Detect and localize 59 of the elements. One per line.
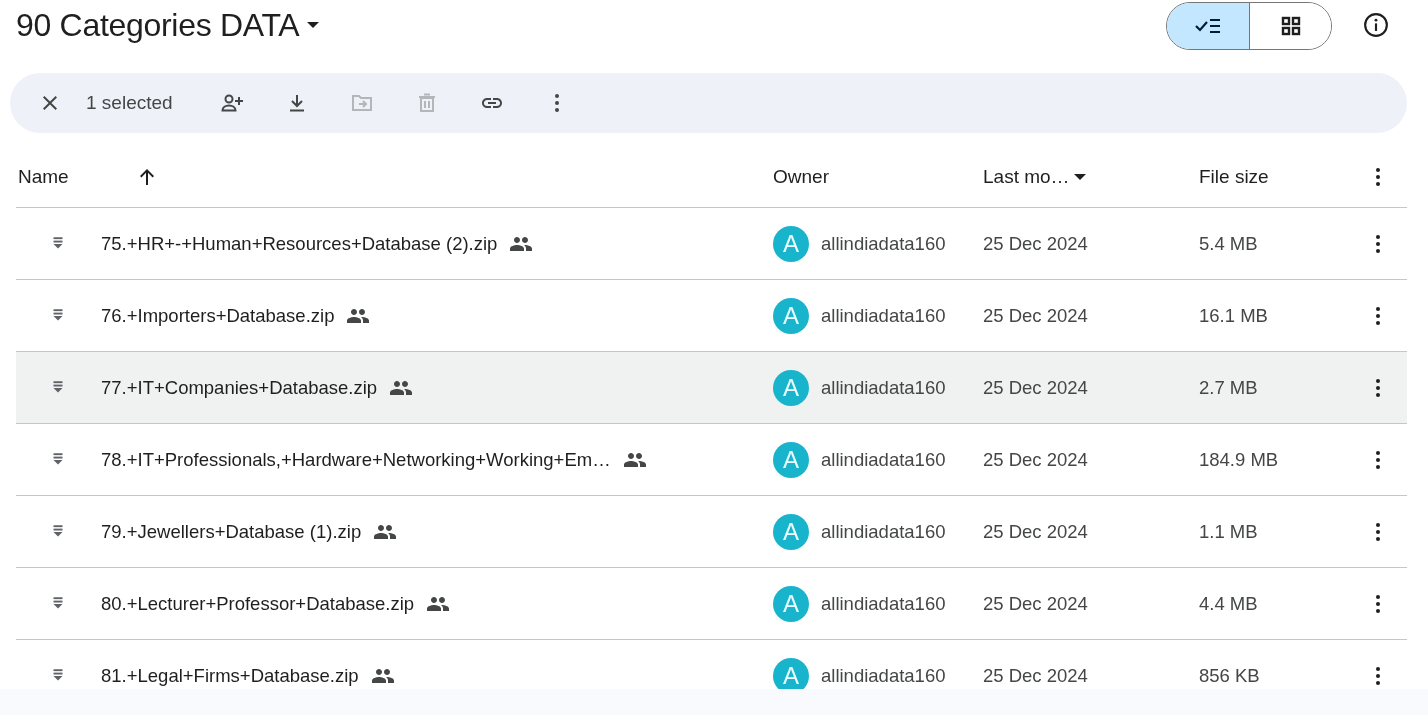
file-size: 184.9 MB bbox=[1199, 448, 1279, 470]
more-icon bbox=[1376, 306, 1380, 325]
file-size: 2.7 MB bbox=[1199, 376, 1258, 398]
more-icon bbox=[554, 94, 559, 112]
file-row[interactable]: 78.+IT+Professionals,+Hardware+Networking+Working+Em… A allindiadata160 25 Dec 2024 184.9 MB bbox=[16, 424, 1407, 496]
column-header[interactable]: Last mo… bbox=[983, 166, 1070, 188]
file-row[interactable]: 80.+Lecturer+Professor+Database.zip A allindiadata160 25 Dec 2024 4.4 MB bbox=[16, 568, 1407, 640]
file-row[interactable]: 75.+HR+-+Human+Resources+Database (2).zip A allindiadata160 25 Dec 2024 5.4 MB bbox=[16, 208, 1407, 280]
file-size: 16.1 MB bbox=[1199, 304, 1268, 326]
owner-name: allindiadata160 bbox=[821, 304, 946, 327]
file-size: 4.4 MB bbox=[1199, 592, 1258, 614]
list-view-button[interactable] bbox=[1167, 3, 1249, 49]
owner-avatar: A bbox=[773, 225, 809, 262]
owner-name: allindiadata160 bbox=[821, 232, 946, 255]
grid-view-button[interactable] bbox=[1249, 3, 1331, 49]
file-name: 76.+Importers+Database.zip bbox=[101, 304, 335, 327]
owner-name: allindiadata160 bbox=[821, 376, 946, 399]
info-icon bbox=[1363, 12, 1389, 38]
file-name: 79.+Jewellers+Database (1).zip bbox=[101, 520, 362, 543]
folder-title: 90 Categories DATA bbox=[16, 6, 300, 44]
file-name: 81.+Legal+Firms+Database.zip bbox=[101, 664, 359, 687]
more-icon bbox=[1376, 168, 1380, 186]
file-size: 856 KB bbox=[1199, 664, 1260, 686]
file-size: 5.4 MB bbox=[1199, 232, 1258, 254]
column-header[interactable]: Name bbox=[18, 166, 69, 188]
owner-avatar: A bbox=[773, 441, 809, 478]
owner-name: allindiadata160 bbox=[821, 520, 946, 543]
owner-avatar: A bbox=[773, 369, 809, 406]
owner-name: allindiadata160 bbox=[821, 592, 946, 615]
owner-name: allindiadata160 bbox=[821, 448, 946, 471]
modified-date: 25 Dec 2024 bbox=[983, 520, 1088, 542]
modified-date: 25 Dec 2024 bbox=[983, 448, 1088, 470]
column-header[interactable]: File size bbox=[1199, 166, 1269, 188]
more-icon bbox=[1376, 666, 1380, 685]
file-name: 75.+HR+-+Human+Resources+Database (2).zip bbox=[101, 232, 498, 255]
file-row[interactable]: 79.+Jewellers+Database (1).zip A allindiadata160 25 Dec 2024 1.1 MB bbox=[16, 496, 1407, 568]
owner-avatar: A bbox=[773, 513, 809, 550]
column-header[interactable]: Owner bbox=[773, 166, 829, 188]
more-icon bbox=[1376, 450, 1380, 469]
modified-date: 25 Dec 2024 bbox=[983, 232, 1088, 254]
owner-avatar: A bbox=[773, 657, 809, 689]
file-row[interactable]: 77.+IT+Companies+Database.zip A allindiadata160 25 Dec 2024 2.7 MB bbox=[16, 352, 1407, 424]
modified-date: 25 Dec 2024 bbox=[983, 592, 1088, 614]
modified-date: 25 Dec 2024 bbox=[983, 376, 1088, 398]
file-name: 77.+IT+Companies+Database.zip bbox=[101, 376, 378, 399]
selection-count: 1 selected bbox=[86, 92, 173, 114]
file-name: 80.+Lecturer+Professor+Database.zip bbox=[101, 592, 415, 615]
more-icon bbox=[1376, 594, 1380, 613]
owner-avatar: A bbox=[773, 585, 809, 622]
modified-date: 25 Dec 2024 bbox=[983, 304, 1088, 326]
more-icon bbox=[1376, 378, 1380, 397]
owner-name: allindiadata160 bbox=[821, 664, 946, 687]
modified-date: 25 Dec 2024 bbox=[983, 664, 1088, 686]
owner-avatar: A bbox=[773, 297, 809, 334]
more-icon bbox=[1376, 522, 1380, 541]
file-name: 78.+IT+Professionals,+Hardware+Networking+Working+Em… bbox=[101, 448, 611, 471]
caret-icon bbox=[307, 22, 320, 28]
more-icon bbox=[1376, 234, 1380, 253]
file-size: 1.1 MB bbox=[1199, 520, 1258, 542]
